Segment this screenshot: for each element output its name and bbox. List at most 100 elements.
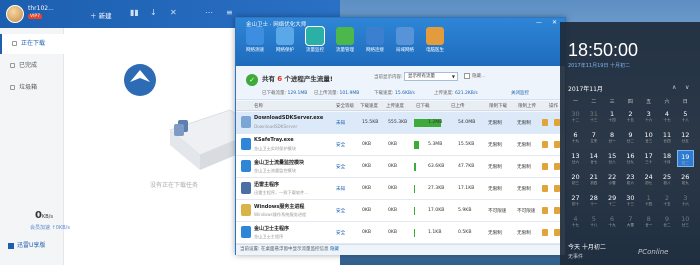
limit-upload[interactable]: 无限制 — [517, 142, 531, 148]
calendar-day[interactable]: 7 大雪 — [622, 213, 639, 230]
calendar-month[interactable]: 2017年11月 — [568, 84, 603, 93]
lock-icon[interactable] — [542, 229, 548, 236]
limit-download[interactable]: 无限制 — [488, 164, 502, 170]
user-avatar[interactable] — [6, 5, 24, 23]
security-level[interactable]: 未知 — [336, 186, 345, 192]
calendar-day[interactable]: 5 十八 — [585, 213, 602, 230]
calendar-day[interactable]: 2 十五 — [659, 192, 676, 209]
calendar-day[interactable]: 28 十一 — [585, 192, 602, 209]
calendar-day[interactable]: 15 廿八 — [604, 150, 621, 167]
calendar-day[interactable]: 14 廿七 — [585, 150, 602, 167]
limit-upload[interactable]: 无限制 — [517, 120, 531, 126]
calendar-day[interactable]: 4 十七 — [659, 108, 676, 125]
col-limit-ul[interactable]: 限制上传 — [518, 103, 536, 109]
vip-accel-speed[interactable]: 会员加速 ↑0KB/s — [30, 224, 70, 231]
calendar-day[interactable]: 13 廿六 — [567, 150, 584, 167]
col-limit-dl[interactable]: 限制下载 — [489, 103, 507, 109]
sidebar-item-downloading[interactable]: 正在下载 — [0, 34, 64, 54]
col-action[interactable]: 操作 — [549, 103, 558, 109]
hide-checkbox[interactable] — [464, 73, 470, 79]
pause-icon[interactable]: ▮▮ — [130, 8, 139, 17]
download-icon[interactable]: ↓ — [150, 8, 157, 17]
limit-upload[interactable]: 无限制 — [517, 164, 531, 170]
user-name[interactable]: thr102... — [28, 5, 54, 12]
limit-download[interactable]: 不可限速 — [488, 208, 506, 214]
lock-icon[interactable] — [542, 207, 548, 214]
security-level[interactable]: 未知 — [336, 120, 345, 126]
calendar-day[interactable]: 3 十六 — [640, 108, 657, 125]
calendar-day[interactable]: 11 廿四 — [659, 129, 676, 146]
footer-hide-link[interactable]: 隐藏 — [330, 247, 339, 252]
table-row[interactable]: 金山卫士流量监控模块 金山卫士流量监控模块 安全 0KB 0KB 63.6KB 47.7KB… — [236, 156, 565, 178]
new-task-button[interactable]: ＋ 新建 — [90, 10, 112, 20]
limit-download[interactable]: 无限制 — [488, 120, 502, 126]
limit-download[interactable]: 无限制 — [488, 230, 502, 236]
limit-upload[interactable]: 不可限速 — [517, 208, 535, 214]
clock-date[interactable]: 2017年11月19日 十月初二 — [568, 62, 630, 69]
calendar-day[interactable]: 7 立冬 — [585, 129, 602, 146]
calendar-day[interactable]: 30 十三 — [622, 192, 639, 209]
tab-speed-test[interactable]: 网络测速 — [242, 27, 268, 53]
calendar-day[interactable]: 4 十七 — [567, 213, 584, 230]
col-level[interactable]: 安全等级 — [336, 103, 354, 109]
lock-icon[interactable] — [542, 163, 548, 170]
vip-button[interactable]: 迅雷U享版 — [8, 240, 45, 249]
tab-net-protect[interactable]: 网络保护 — [272, 27, 298, 53]
calendar-day[interactable]: 30 十二 — [567, 108, 584, 125]
table-row[interactable]: Windows服务主进程 Windows操作系统服务进程 安全 0KB 0KB 17.0K… — [236, 200, 565, 222]
calendar-day[interactable]: 21 初四 — [585, 171, 602, 188]
calendar-day[interactable]: 6 十九 — [567, 129, 584, 146]
tab-traffic-manage[interactable]: 流量管理 — [332, 27, 358, 53]
prev-month-icon[interactable]: ∧ — [672, 84, 676, 91]
calendar-day[interactable]: 2 十五 — [622, 108, 639, 125]
col-name[interactable]: 名称 — [254, 103, 263, 109]
col-ul-speed[interactable]: 上传速度 — [386, 103, 404, 109]
calendar-day[interactable]: 20 初三 — [567, 171, 584, 188]
delete-icon[interactable]: ✕ — [170, 8, 177, 17]
calendar-day[interactable]: 24 初七 — [640, 171, 657, 188]
tab-net-connect[interactable]: 网络连接 — [362, 27, 388, 53]
security-level[interactable]: 安全 — [336, 142, 345, 148]
table-row[interactable]: KSafeTray.exe 金山卫士实时保护模块 安全 0KB 0KB 5.3MB 15.5… — [236, 134, 565, 156]
tab-traffic-monitor[interactable]: 流量监控 — [302, 27, 328, 53]
lock-icon[interactable] — [542, 141, 548, 148]
calendar-day[interactable]: 31 十三 — [585, 108, 602, 125]
calendar-day[interactable]: 25 初八 — [659, 171, 676, 188]
limit-upload[interactable]: 无限制 — [517, 186, 531, 192]
table-row[interactable]: 迅雷主程序 迅雷主程序，一款下载软件... 未知 0KB 0KB 27.3KB 17.1KB… — [236, 178, 565, 200]
security-level[interactable]: 安全 — [336, 230, 345, 236]
sidebar-item-trash[interactable]: 垃圾箱 — [0, 78, 64, 98]
calendar-day[interactable]: 5 十八 — [677, 108, 694, 125]
calendar-day[interactable]: 1 十四 — [604, 108, 621, 125]
table-row[interactable]: DownloadSDKServer.exe DownloadSDKServer 未知… — [236, 112, 565, 134]
limit-download[interactable]: 无限制 — [488, 142, 502, 148]
sidebar-item-completed[interactable]: 已完成 — [0, 56, 64, 76]
calendar-day[interactable]: 10 廿三 — [640, 129, 657, 146]
calendar-day[interactable]: 8 廿一 — [640, 213, 657, 230]
limit-upload[interactable]: 无限制 — [517, 230, 531, 236]
calendar-day[interactable]: 6 十九 — [604, 213, 621, 230]
calendar-day[interactable]: 27 初十 — [567, 192, 584, 209]
calendar-day[interactable]: 9 廿二 — [659, 213, 676, 230]
close-monitor-link[interactable]: 关闭监控 — [511, 90, 529, 96]
col-ul-total[interactable]: 已上传 — [451, 103, 465, 109]
col-dl-speed[interactable]: 下载速度 — [360, 103, 378, 109]
close-icon[interactable]: ✕ — [552, 19, 557, 26]
filter-select[interactable]: 显示所有流量 ▼ — [404, 72, 458, 81]
lock-icon[interactable] — [542, 119, 548, 126]
calendar-day-today[interactable]: 19 初二 — [676, 150, 694, 167]
calendar-day[interactable]: 17 三十 — [640, 150, 657, 167]
calendar-day[interactable]: 10 廿三 — [677, 213, 694, 230]
calendar-day[interactable]: 23 初六 — [622, 171, 639, 188]
security-level[interactable]: 安全 — [336, 164, 345, 170]
calendar-day[interactable]: 9 廿二 — [622, 129, 639, 146]
lock-icon[interactable] — [542, 185, 548, 192]
menu-icon[interactable]: ≡ — [226, 8, 233, 17]
calendar-day[interactable]: 29 十二 — [604, 192, 621, 209]
calendar-day[interactable]: 16 廿九 — [622, 150, 639, 167]
more-icon[interactable]: ⋯ — [205, 8, 213, 17]
calendar-day[interactable]: 22 小雪 — [604, 171, 621, 188]
limit-download[interactable]: 无限制 — [488, 186, 502, 192]
calendar-day[interactable]: 12 廿五 — [677, 129, 694, 146]
security-level[interactable]: 安全 — [336, 208, 345, 214]
